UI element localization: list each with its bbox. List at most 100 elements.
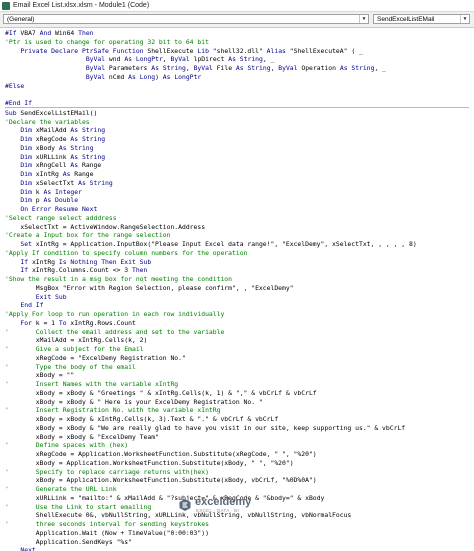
code-line[interactable]: If xIntRg Is Nothing Then Exit Sub: [5, 258, 151, 266]
keyword-token: Dim: [20, 187, 32, 196]
code-line[interactable]: Dim xBody As String: [5, 143, 94, 152]
code-editor[interactable]: #If VBA7 And Win64 Then 'Ptr is used to …: [0, 28, 474, 551]
code-line[interactable]: ' Insert Names with the variable xIntRg: [5, 380, 178, 388]
code-line[interactable]: #Else: [5, 82, 24, 90]
code-line[interactable]: ' three seconds interval for sending key…: [5, 520, 209, 528]
code-token: Application.Wait (Now + TimeValue("0:00:…: [5, 528, 209, 537]
keyword-token: ByVal: [85, 55, 106, 64]
keyword-token: And: [39, 29, 52, 37]
code-line[interactable]: ByVal nCmd As Long) As LongPtr: [5, 73, 201, 81]
keyword-token: As String: [70, 126, 106, 135]
keyword-token: ByVal: [278, 64, 298, 72]
code-token: , _: [374, 64, 387, 72]
keyword-token: If: [20, 266, 29, 275]
code-token: "ShellExecuteA" ( _: [285, 46, 363, 55]
keyword-token: As String: [151, 64, 186, 72]
code-token: xBody = Application.WorksheetFunction.Su…: [5, 476, 317, 485]
code-line[interactable]: 'Show the result in a msg box for not me…: [5, 275, 232, 283]
code-line[interactable]: 'Ptr is used to change for operating 32 …: [5, 38, 209, 46]
code-line[interactable]: Dim xRngCell As Range: [5, 161, 101, 169]
code-line[interactable]: 'Select range select adddress: [5, 214, 117, 222]
code-line[interactable]: End If: [5, 301, 43, 309]
code-line[interactable]: For k = 1 To xIntRg.Rows.Count: [5, 319, 135, 327]
code-line[interactable]: ByVal Parameters As String, ByVal File A…: [5, 64, 386, 72]
comment-token: ' three seconds interval for sending key…: [5, 520, 209, 528]
code-line[interactable]: #End If: [5, 99, 32, 107]
code-line[interactable]: Exit Sub: [5, 293, 67, 301]
keyword-token: As LongPtr: [124, 55, 163, 64]
code-token: Parameters: [105, 64, 152, 72]
comment-token: ' Give a subject for the Email: [5, 345, 144, 353]
chevron-down-icon[interactable]: ▼: [460, 15, 469, 23]
code-line[interactable]: ' Specify to replace carriage returns wi…: [5, 468, 209, 476]
code-line[interactable]: xRegCode = Application.WorksheetFunction…: [5, 450, 317, 458]
code-line[interactable]: xBody = xBody & " Here is your ExcelDemy…: [5, 398, 263, 406]
code-line[interactable]: Application.Wait (Now + TimeValue("0:00:…: [5, 529, 209, 537]
comment-token: 'Apply For loop to run operation in each…: [5, 310, 225, 318]
code-line[interactable]: xBody = xBody & xIntRg.Cells(k, 3).Text …: [5, 415, 278, 423]
keyword-token: As String: [78, 178, 113, 187]
procedure-separator: [5, 106, 469, 108]
code-line[interactable]: Dim xSelectTxt As String: [5, 178, 113, 187]
code-text[interactable]: #If VBA7 And Win64 Then 'Ptr is used to …: [5, 29, 469, 551]
code-token: Operation: [297, 64, 340, 72]
code-line[interactable]: Dim xIntRg As Range: [5, 170, 93, 178]
code-line[interactable]: xBody = Application.WorksheetFunction.Su…: [5, 459, 294, 467]
keyword-token: If: [20, 257, 29, 266]
code-token: xRegCode: [31, 135, 71, 143]
code-line[interactable]: Dim k As Integer: [5, 188, 82, 196]
code-line[interactable]: If xIntRg.Columns.Count <> 3 Then: [5, 266, 147, 274]
code-line[interactable]: ' Define spaces with (hex): [5, 441, 128, 449]
code-line[interactable]: xBody = "": [5, 371, 75, 379]
comment-token: ' Specify to replace carriage returns wi…: [5, 467, 209, 476]
code-line[interactable]: xSelectTxt = ActiveWindow.RangeSelection…: [5, 223, 205, 231]
code-line[interactable]: ' Give a subject for the Email: [5, 345, 144, 353]
code-line[interactable]: xBody = Application.WorksheetFunction.Su…: [5, 476, 317, 484]
code-line[interactable]: Set xIntRg = Application.InputBox("Pleas…: [5, 240, 416, 248]
code-token: ,: [185, 64, 194, 72]
code-token: xSelectTxt: [31, 178, 79, 187]
code-line[interactable]: Application.SendKeys "%s": [5, 538, 132, 546]
code-line[interactable]: Sub SendExcelListEMail(): [5, 109, 97, 117]
code-line[interactable]: xBody = xBody & "Greetings " & xIntRg.Ce…: [5, 389, 317, 397]
code-token: Application.SendKeys "%s": [5, 537, 132, 546]
code-line[interactable]: Private Declare PtrSafe Function ShellEx…: [5, 46, 363, 55]
code-line[interactable]: ' Use the Link to start emailing: [5, 503, 151, 511]
code-line[interactable]: ' Type the body of the email: [5, 363, 136, 371]
code-line[interactable]: xBody = xBody & "ExcelDemy Team": [5, 433, 159, 441]
code-token: xBody = xBody & "We are really glad to h…: [5, 423, 406, 432]
code-line[interactable]: ' Insert Registration No. with the varia…: [5, 406, 220, 414]
code-line[interactable]: ' Collect the email address and set to t…: [5, 328, 224, 336]
code-line[interactable]: MsgBox "Error with Region Selection, ple…: [5, 284, 294, 292]
code-line[interactable]: 'Create a Input box for the range select…: [5, 231, 170, 239]
code-line[interactable]: Dim xMailAdd As String: [5, 126, 105, 134]
chevron-down-icon[interactable]: ▼: [359, 15, 368, 23]
comment-token: 'Create a Input box for the range select…: [5, 231, 171, 240]
code-line[interactable]: ByVal wnd As LongPtr, ByVal lpDirect As …: [5, 55, 275, 64]
code-token: lpDirect: [189, 55, 229, 64]
code-line[interactable]: Dim xURLLink As String: [5, 153, 105, 161]
code-line[interactable]: #If VBA7 And Win64 Then: [5, 29, 94, 37]
code-line[interactable]: ' Generate the URL Link: [5, 485, 117, 493]
code-line[interactable]: 'Apply For loop to run operation in each…: [5, 310, 224, 318]
code-line[interactable]: Dim xRegCode As String: [5, 135, 105, 143]
code-line[interactable]: 'Declare the variables: [5, 118, 90, 126]
keyword-token: Dim: [20, 178, 32, 187]
code-line[interactable]: Dim p As Double: [5, 196, 78, 204]
exceldemy-watermark: exceldemy EXCEL · DATA · BI: [178, 496, 296, 516]
code-line[interactable]: Next: [5, 546, 35, 551]
object-dropdown[interactable]: (General) ▼: [3, 14, 369, 24]
code-line[interactable]: On Error Resume Next: [5, 205, 97, 213]
procedure-dropdown[interactable]: SendExcelListEMail ▼: [373, 14, 470, 24]
code-line[interactable]: xBody = xBody & "We are really glad to h…: [5, 424, 405, 432]
keyword-token: As String: [58, 143, 94, 152]
code-line[interactable]: xRegCode = "ExcelDemy Registration No.": [5, 354, 186, 362]
code-line[interactable]: 'Apply If condition to specify column nu…: [5, 249, 247, 257]
code-line[interactable]: xMailAdd = xIntRg.Cells(k, 2): [5, 336, 148, 344]
keyword-token: Dim: [20, 152, 32, 161]
